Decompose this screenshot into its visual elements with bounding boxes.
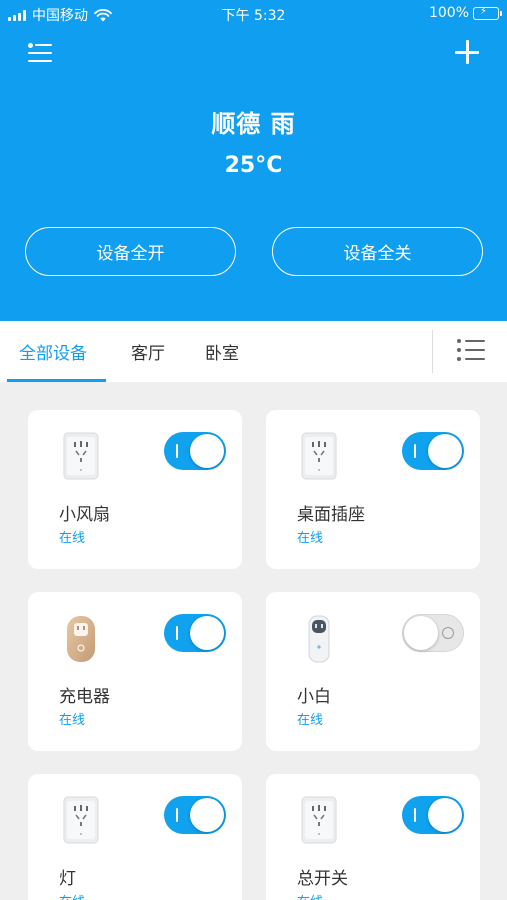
power-toggle[interactable] [164, 432, 226, 470]
city-weather: 顺德 雨 [211, 110, 296, 138]
device-card[interactable]: 总开关在线 [266, 774, 480, 900]
smart-plug-icon [299, 614, 339, 664]
device-name: 桌面插座 [297, 505, 365, 525]
device-card[interactable]: 桌面插座 在线 [266, 410, 480, 569]
device-name: 充电器 [59, 687, 110, 707]
device-status: 在线 [297, 891, 323, 900]
device-status: 在线 [59, 713, 86, 728]
tab-living-room[interactable]: 客厅 [131, 339, 165, 364]
battery-percent: 100% [428, 5, 469, 21]
device-name: 总开关 [297, 869, 348, 889]
device-name: 小风扇 [59, 505, 110, 525]
header-panel: 中国移动 下午 5:32 100% 顺德 雨 25°C 设备全开 设备全关 [0, 0, 507, 321]
plus-icon[interactable] [455, 40, 479, 64]
tab-bedroom[interactable]: 卧室 [205, 339, 239, 364]
power-toggle[interactable] [402, 432, 464, 470]
status-bar-right: 100% [428, 5, 502, 21]
active-tab-indicator [7, 379, 106, 382]
tab-divider [432, 330, 433, 373]
power-toggle[interactable] [402, 796, 464, 834]
power-toggle[interactable] [164, 796, 226, 834]
status-bar: 中国移动 下午 5:32 100% [0, 0, 507, 28]
battery-icon [473, 6, 502, 20]
power-toggle[interactable] [402, 614, 464, 652]
all-devices-off-button[interactable]: 设备全关 [272, 227, 483, 276]
temperature: 25°C [224, 153, 283, 178]
device-card[interactable]: 灯在线 [28, 774, 242, 900]
smart-plug-icon [61, 796, 101, 846]
device-card[interactable]: 小白 在线 [266, 592, 480, 751]
device-status: 在线 [297, 713, 324, 728]
device-card[interactable]: 小风扇 在线 [28, 410, 242, 569]
device-name: 灯 [59, 869, 76, 889]
menu-list-icon[interactable] [28, 42, 54, 64]
list-view-icon[interactable] [457, 339, 485, 363]
all-devices-on-button[interactable]: 设备全开 [25, 227, 236, 276]
tab-all-devices[interactable]: 全部设备 [19, 339, 87, 364]
smart-plug-icon [61, 432, 101, 482]
smart-plug-icon [299, 432, 339, 482]
device-name: 小白 [297, 687, 331, 707]
power-toggle[interactable] [164, 614, 226, 652]
smart-plug-icon [61, 614, 101, 664]
device-status: 在线 [297, 531, 324, 546]
device-status: 在线 [59, 891, 85, 900]
room-tabs: 全部设备 客厅 卧室 [0, 321, 507, 382]
device-status: 在线 [59, 531, 86, 546]
device-card[interactable]: 充电器 在线 [28, 592, 242, 751]
smart-plug-icon [299, 796, 339, 846]
